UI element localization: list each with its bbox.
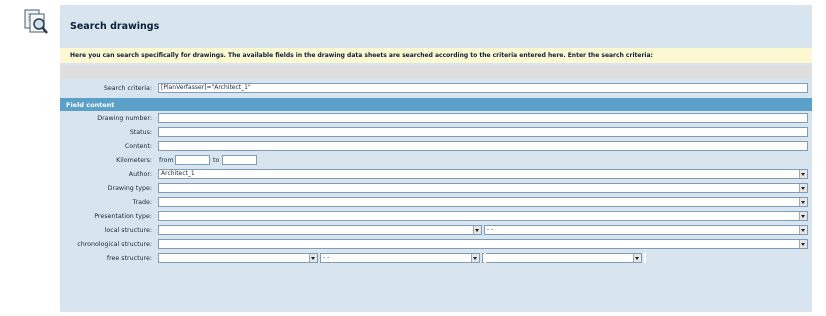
chevron-down-icon[interactable] <box>309 254 317 262</box>
presentation-type-select[interactable] <box>158 211 808 221</box>
chevron-down-icon[interactable] <box>799 240 807 248</box>
kilometers-to-input[interactable] <box>222 155 257 165</box>
free-structure-value-2: - - <box>323 254 330 261</box>
search-criteria-row: Search criteria: [PlanVerfasser]="Archit… <box>60 82 812 95</box>
author-select[interactable]: Architect_1 <box>158 169 808 179</box>
chevron-down-icon[interactable] <box>799 226 807 234</box>
local-structure-label: local structure: <box>104 227 152 234</box>
search-criteria-label: Search criteria: <box>103 85 152 92</box>
spacer <box>644 253 646 263</box>
kilometers-from-input[interactable] <box>175 155 210 165</box>
chronological-structure-select[interactable] <box>158 239 808 249</box>
free-structure-label: free structure: <box>106 255 152 262</box>
content-label: Content: <box>124 143 152 150</box>
free-structure-select-1[interactable] <box>158 253 318 263</box>
content-input[interactable] <box>158 141 808 151</box>
author-value: Architect_1 <box>161 170 195 177</box>
trade-label: Trade: <box>132 199 152 206</box>
drawing-number-row: Drawing number: <box>60 112 812 125</box>
local-structure-select-2[interactable]: - - <box>484 225 808 235</box>
search-criteria-input[interactable]: [PlanVerfasser]="Architect_1" <box>158 83 808 93</box>
drawing-type-select[interactable] <box>158 183 808 193</box>
free-structure-select-2[interactable]: - - <box>320 253 480 263</box>
search-drawings-icon <box>24 9 48 34</box>
free-structure-select-3[interactable] <box>482 253 642 263</box>
presentation-type-row: Presentation type: <box>60 210 812 223</box>
presentation-type-label: Presentation type: <box>94 213 152 220</box>
kilometers-label: Kilometers: <box>116 157 152 164</box>
author-label: Author: <box>128 171 152 178</box>
drawing-number-input[interactable] <box>158 113 808 123</box>
chevron-down-icon[interactable] <box>471 254 479 262</box>
divider <box>60 65 812 79</box>
local-structure-value-2: - - <box>487 226 494 233</box>
status-input[interactable] <box>158 127 808 137</box>
trade-row: Trade: <box>60 196 812 209</box>
page-title: Search drawings <box>70 21 160 32</box>
chevron-down-icon[interactable] <box>633 254 641 262</box>
chevron-down-icon[interactable] <box>473 226 481 234</box>
main-panel: Search drawings Here you can search spec… <box>60 5 812 312</box>
section-header-field-content: Field content <box>60 98 812 111</box>
spacer <box>484 253 486 263</box>
status-row: Status: <box>60 126 812 139</box>
chevron-down-icon[interactable] <box>799 184 807 192</box>
drawing-type-row: Drawing type: <box>60 182 812 195</box>
intro-text: Here you can search specifically for dra… <box>60 48 812 63</box>
drawing-number-label: Drawing number: <box>97 115 152 122</box>
drawing-type-label: Drawing type: <box>107 185 152 192</box>
chronological-structure-label: chronological structure: <box>77 241 152 248</box>
kilometers-from-label: from <box>159 157 174 164</box>
status-label: Status: <box>129 129 152 136</box>
kilometers-row: Kilometers: from to <box>60 154 812 167</box>
local-structure-select-1[interactable] <box>158 225 482 235</box>
chronological-structure-row: chronological structure: <box>60 238 812 251</box>
content-row: Content: <box>60 140 812 153</box>
local-structure-row: local structure: - - <box>60 224 812 237</box>
kilometers-to-label: to <box>213 157 220 164</box>
chevron-down-icon[interactable] <box>799 170 807 178</box>
free-structure-row: free structure: - - <box>60 252 812 265</box>
author-row: Author: Architect_1 <box>60 168 812 181</box>
trade-select[interactable] <box>158 197 808 207</box>
chevron-down-icon[interactable] <box>799 212 807 220</box>
chevron-down-icon[interactable] <box>799 198 807 206</box>
